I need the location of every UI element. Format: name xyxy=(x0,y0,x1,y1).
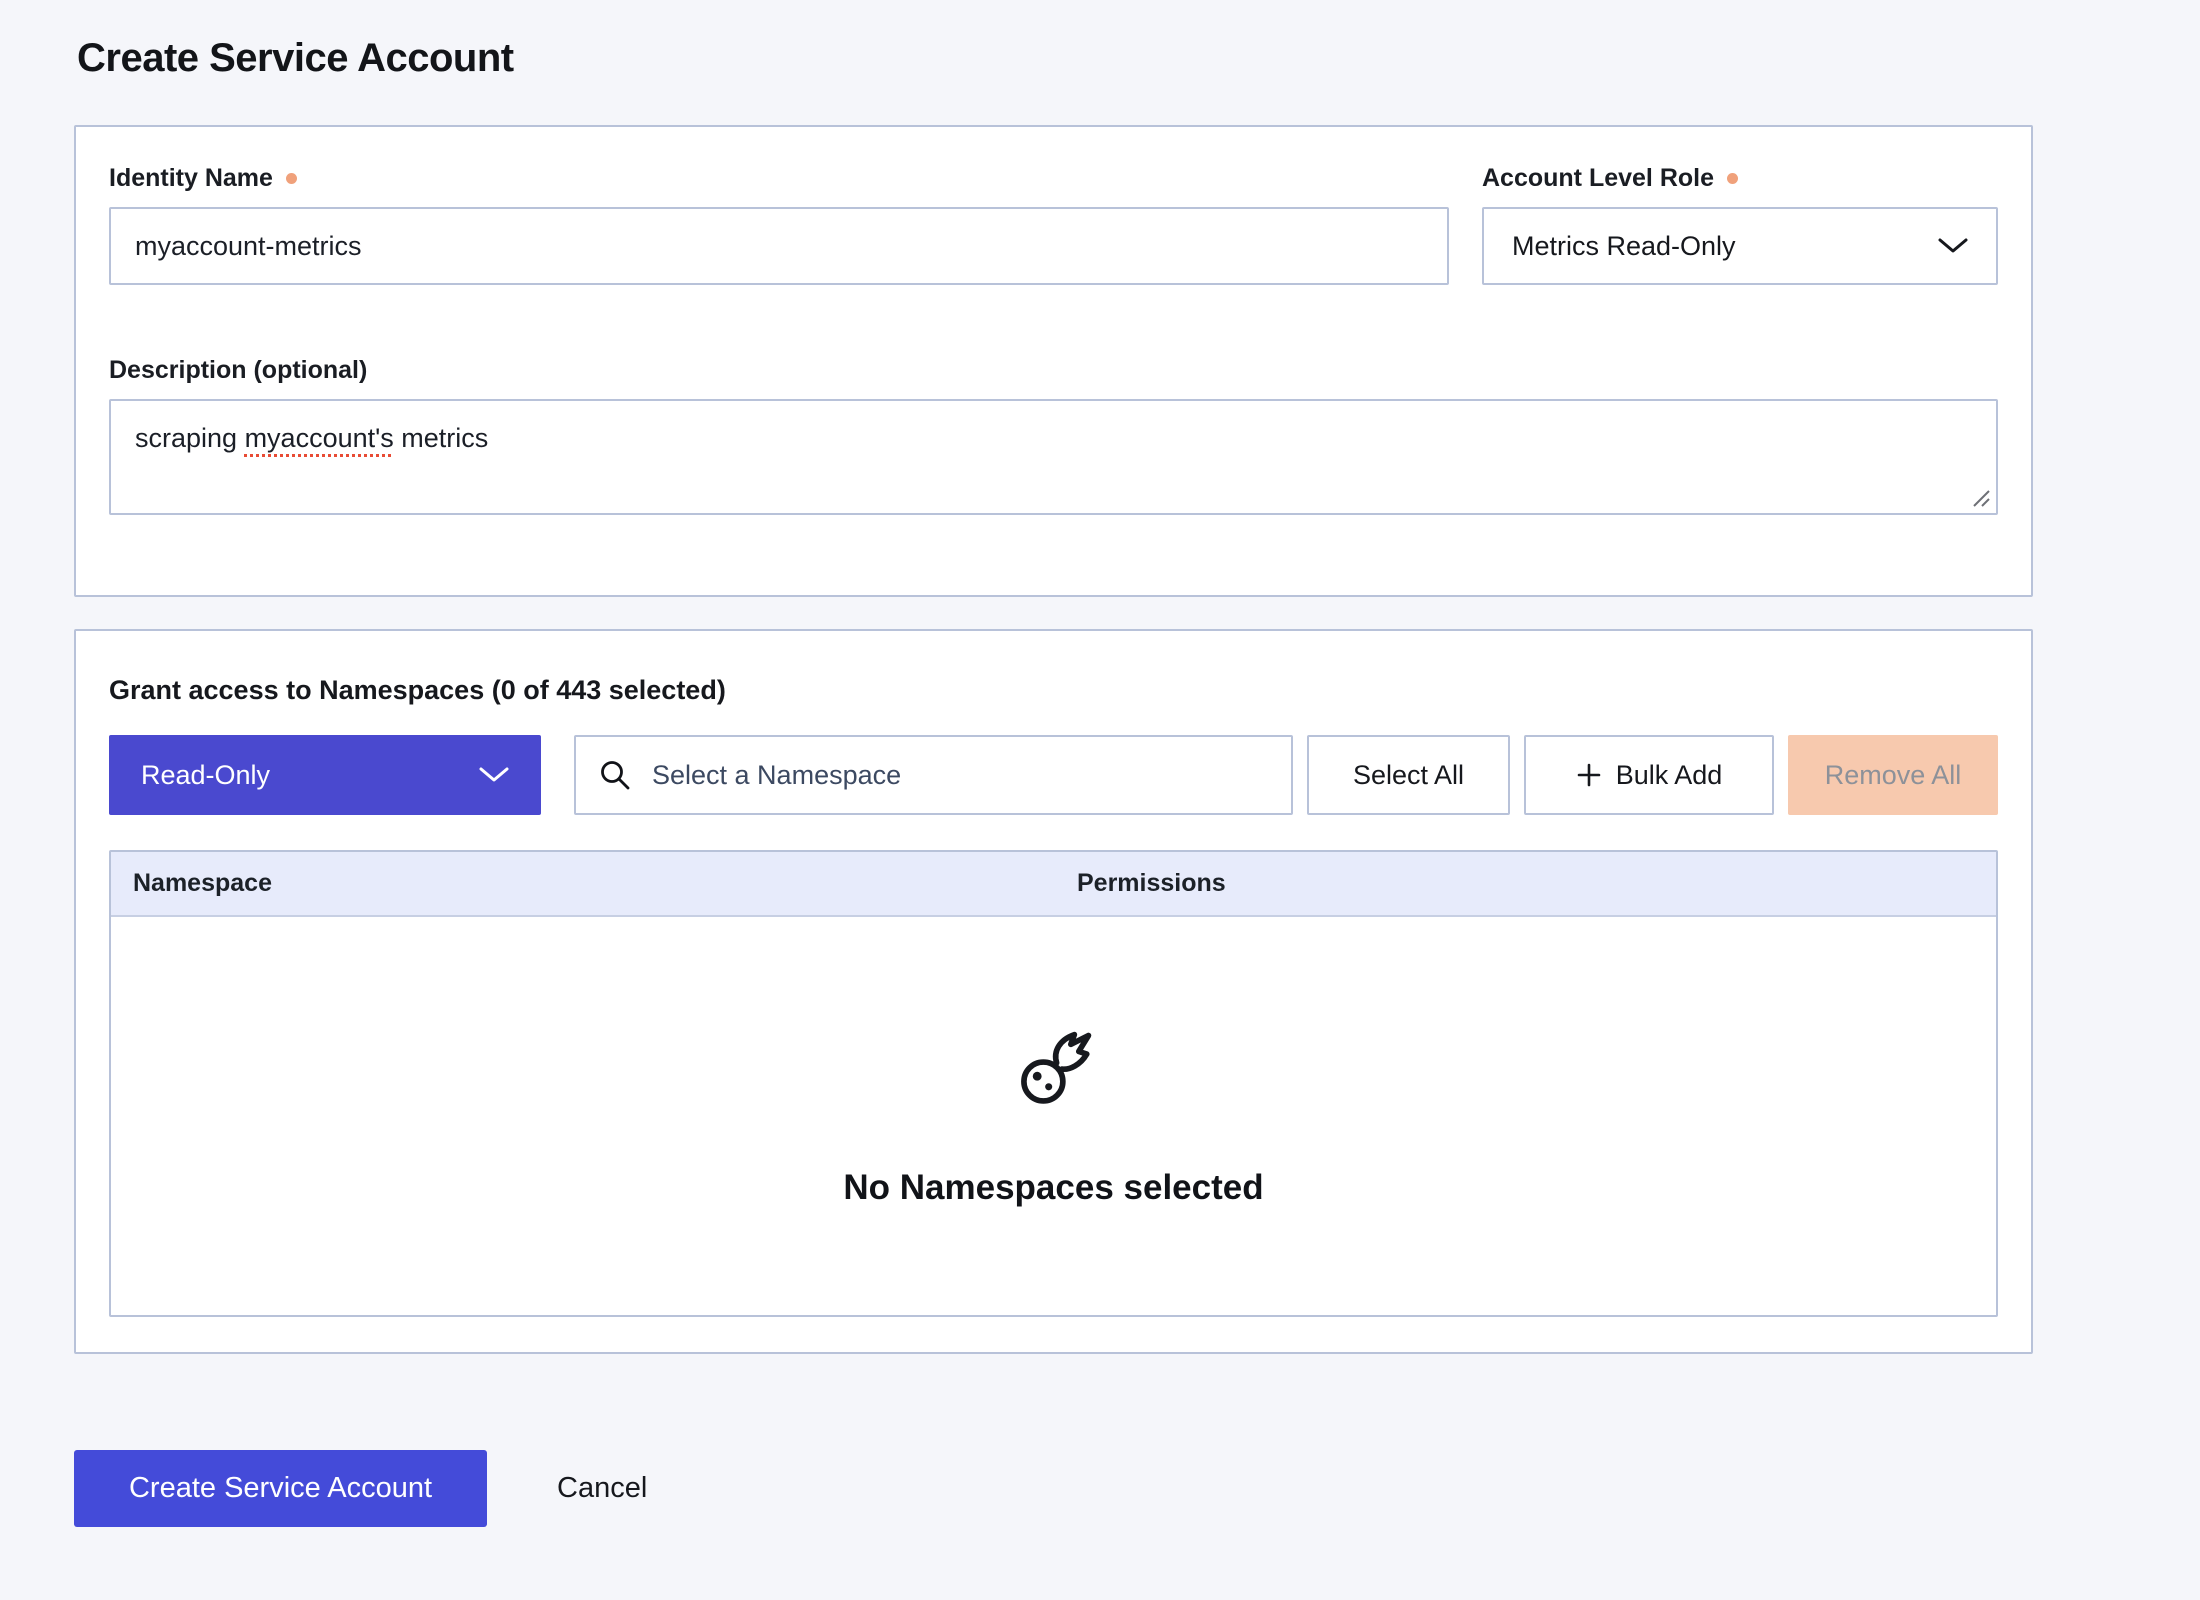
namespace-column-header: Namespace xyxy=(111,869,1055,898)
account-level-role-select[interactable]: Metrics Read-Only xyxy=(1482,207,1998,285)
account-level-role-label: Account Level Role xyxy=(1482,163,1998,193)
namespace-search-input[interactable] xyxy=(650,759,1269,792)
permission-role-value: Read-Only xyxy=(141,760,270,791)
page: Create Service Account Identity Name Acc… xyxy=(74,0,2033,1527)
cancel-button[interactable]: Cancel xyxy=(557,1472,647,1505)
namespaces-table-header: Namespace Permissions xyxy=(111,852,1996,917)
description-misspelled-word: myaccount's xyxy=(245,423,394,453)
namespaces-card: Grant access to Namespaces (0 of 443 sel… xyxy=(74,629,2033,1354)
description-text-after: metrics xyxy=(394,423,489,453)
required-dot-icon xyxy=(286,173,297,184)
search-icon xyxy=(598,758,632,792)
remove-all-button[interactable]: Remove All xyxy=(1788,735,1998,815)
identity-name-input[interactable] xyxy=(109,207,1449,285)
description-textarea[interactable]: scraping myaccount's metrics xyxy=(109,399,1998,515)
namespaces-table-empty-state: No Namespaces selected xyxy=(111,917,1996,1315)
resize-handle-icon[interactable] xyxy=(1971,488,1991,508)
description-label: Description (optional) xyxy=(109,355,1998,385)
identity-card: Identity Name Account Level Role Metrics… xyxy=(74,125,2033,597)
page-title: Create Service Account xyxy=(74,0,2033,125)
bulk-add-button[interactable]: Bulk Add xyxy=(1524,735,1774,815)
permissions-column-header: Permissions xyxy=(1055,869,1996,898)
description-field: Description (optional) scraping myaccoun… xyxy=(109,355,1998,515)
account-level-role-field: Account Level Role Metrics Read-Only xyxy=(1482,163,1998,285)
namespaces-heading: Grant access to Namespaces (0 of 443 sel… xyxy=(109,675,1998,705)
account-level-role-value: Metrics Read-Only xyxy=(1512,231,1736,262)
namespace-search xyxy=(574,735,1293,815)
empty-state-text: No Namespaces selected xyxy=(843,1168,1263,1208)
select-all-button[interactable]: Select All xyxy=(1307,735,1510,815)
required-dot-icon xyxy=(1727,173,1738,184)
namespaces-controls: Read-Only Select All Bulk Add xyxy=(109,735,1998,815)
identity-name-field: Identity Name xyxy=(109,163,1449,285)
description-text-before: scraping xyxy=(135,423,245,453)
identity-name-label: Identity Name xyxy=(109,163,1449,193)
form-actions: Create Service Account Cancel xyxy=(74,1450,2033,1527)
namespaces-table: Namespace Permissions No Namespaces sele… xyxy=(109,850,1998,1317)
create-service-account-button[interactable]: Create Service Account xyxy=(74,1450,487,1527)
permission-role-dropdown[interactable]: Read-Only xyxy=(109,735,541,815)
comet-icon xyxy=(1008,1024,1100,1116)
chevron-down-icon xyxy=(1938,238,1968,254)
chevron-down-icon xyxy=(479,767,509,783)
plus-icon xyxy=(1576,762,1602,788)
